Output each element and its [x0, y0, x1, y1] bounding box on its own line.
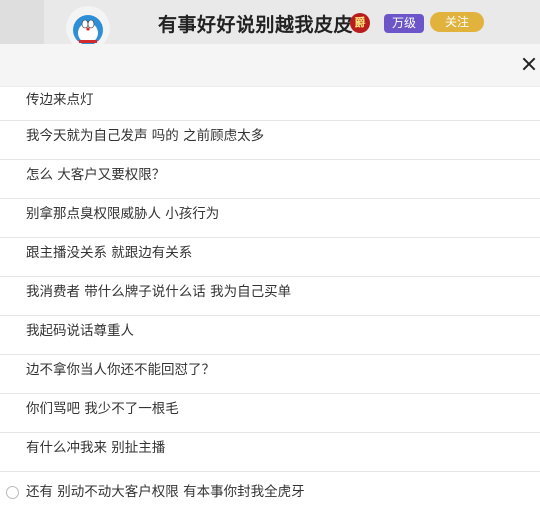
- header-left-strip: [0, 0, 44, 44]
- list-item: 我今天就为自己发声 吗的 之前顾虑太多: [0, 121, 540, 160]
- message-panel: 传边来点灯 我今天就为自己发声 吗的 之前顾虑太多 怎么 大客户又要权限？ 别拿…: [0, 44, 540, 506]
- rank-icon: 爵: [350, 13, 370, 33]
- list-item: 还有 别动不动大客户权限 有本事你封我全虎牙: [26, 484, 305, 500]
- room-title: 有事好好说别越我皮皮: [158, 14, 354, 36]
- list-item: 你们骂吧 我少不了一根毛: [0, 394, 540, 433]
- list-item: 怎么 大客户又要权限？: [0, 160, 540, 199]
- watermark: [6, 486, 22, 499]
- message-list: 传边来点灯 我今天就为自己发声 吗的 之前顾虑太多 怎么 大客户又要权限？ 别拿…: [0, 87, 540, 510]
- list-item: 我消费者 带什么牌子说什么话 我为自己买单: [0, 277, 540, 316]
- weibo-icon: [6, 486, 19, 499]
- list-item: 有什么冲我来 别扯主播: [0, 433, 540, 472]
- list-item: 我起码说话尊重人: [0, 316, 540, 355]
- panel-header: [0, 44, 540, 87]
- follow-button[interactable]: 关注: [430, 12, 484, 32]
- list-item: 跟主播没关系 就跟边有关系: [0, 238, 540, 277]
- list-item: 别拿那点臭权限威胁人 小孩行为: [0, 199, 540, 238]
- list-item: 边不拿你当人你还不能回怼了？: [0, 355, 540, 394]
- room-header: 有事好好说别越我皮皮 爵 万级 关注: [0, 0, 540, 50]
- level-badge: 万级: [384, 14, 425, 33]
- close-icon[interactable]: [518, 54, 540, 76]
- list-item: 传边来点灯: [0, 87, 540, 121]
